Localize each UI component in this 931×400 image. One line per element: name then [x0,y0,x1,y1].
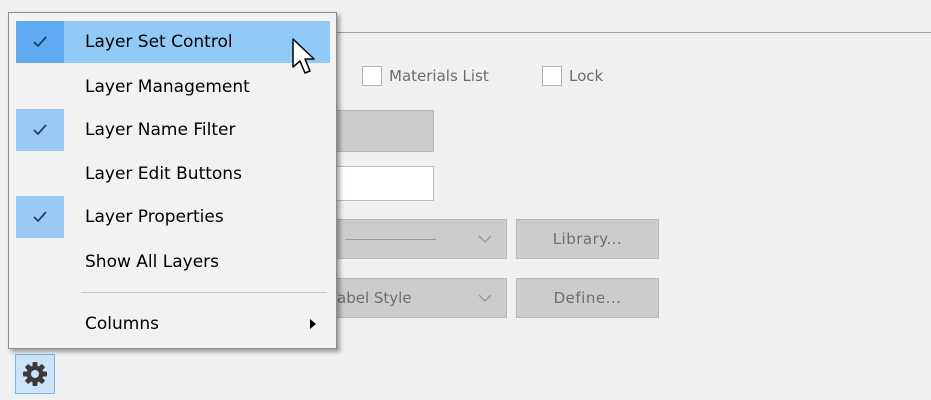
gear-icon [23,362,47,386]
menu-item-layer-set-control[interactable]: Layer Set Control [16,21,330,63]
chevron-down-icon [478,235,492,244]
menu-item-label: Show All Layers [85,252,220,272]
checkmark-cell [16,21,64,63]
settings-button[interactable] [15,354,55,394]
menu-item-columns[interactable]: Columns [16,303,330,345]
menu-item-layer-edit-buttons[interactable]: Layer Edit Buttons [16,153,330,195]
materials-list-checkbox-box[interactable] [362,66,382,86]
define-button: Define... [516,278,659,318]
materials-list-checkbox[interactable]: Materials List [362,66,489,86]
lock-checkbox[interactable]: Lock [542,66,603,86]
mouse-pointer-icon [292,38,315,74]
checkmark-icon [33,211,47,223]
submenu-arrow-icon [310,319,316,329]
menu-item-label: Layer Set Control [85,32,233,52]
label-style-combo: abel Style [320,278,507,318]
menu-item-label: Layer Edit Buttons [85,164,242,184]
menu-item-layer-properties[interactable]: Layer Properties [16,196,330,238]
materials-list-label: Materials List [389,67,489,85]
chevron-down-icon [478,294,492,303]
menu-item-layer-name-filter[interactable]: Layer Name Filter [16,109,330,151]
menu-item-label: Layer Properties [85,207,224,227]
library-button: Library... [516,219,659,259]
label-style-value: abel Style [337,289,412,307]
checkmark-icon [33,124,47,136]
menu-item-label: Columns [85,314,159,334]
menu-item-show-all-layers[interactable]: Show All Layers [16,241,330,283]
checkmark-icon [33,36,47,48]
lock-checkbox-box[interactable] [542,66,562,86]
context-menu: Layer Set Control Layer Management Layer… [8,12,337,349]
menu-item-layer-management[interactable]: Layer Management [16,66,330,108]
menu-item-label: Layer Name Filter [85,120,236,140]
checkmark-cell [16,109,64,151]
checkmark-cell [16,196,64,238]
disabled-color-field [320,110,434,152]
linetype-combo [320,219,507,259]
menu-separator [81,292,327,293]
menu-item-label: Layer Management [85,77,250,97]
lock-label: Lock [569,67,604,85]
panel-divider [330,32,931,33]
name-input-field[interactable] [320,166,434,201]
linetype-preview-line [345,239,436,240]
